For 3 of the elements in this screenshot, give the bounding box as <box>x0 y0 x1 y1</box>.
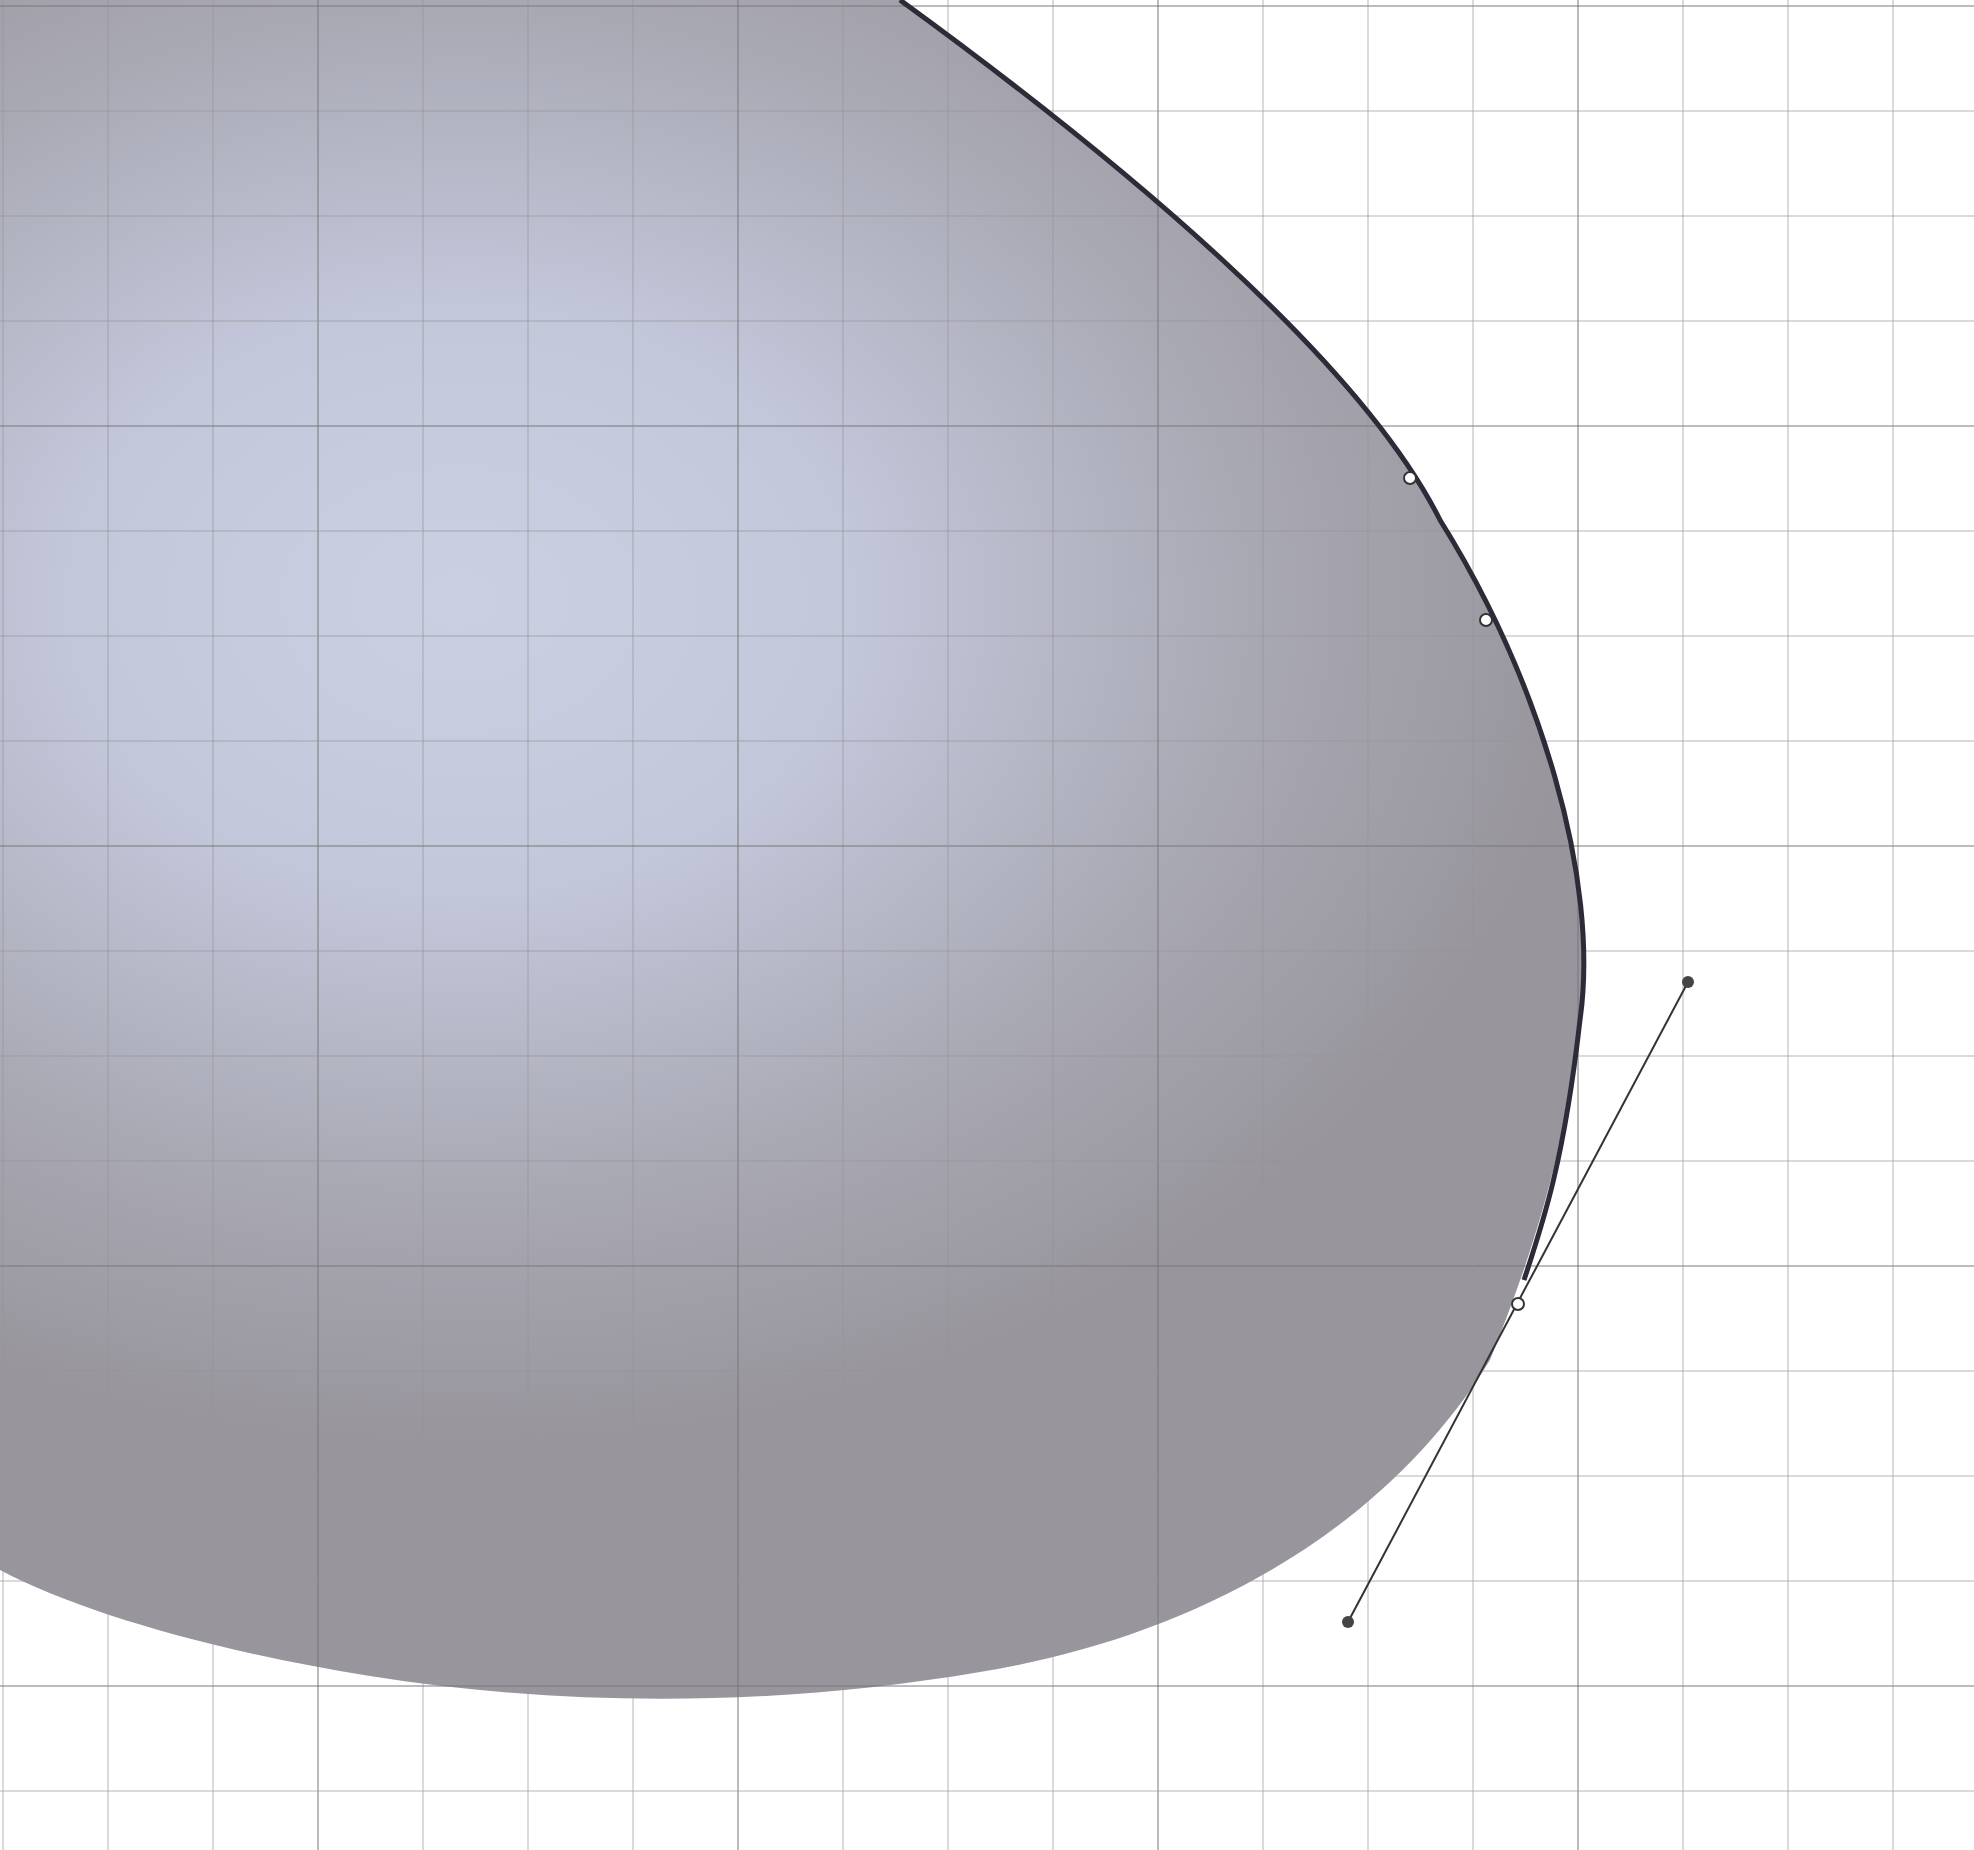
bezier-handle[interactable] <box>1342 976 1694 1628</box>
anchor-point[interactable] <box>1403 471 1417 485</box>
anchor-point[interactable] <box>1479 613 1493 627</box>
